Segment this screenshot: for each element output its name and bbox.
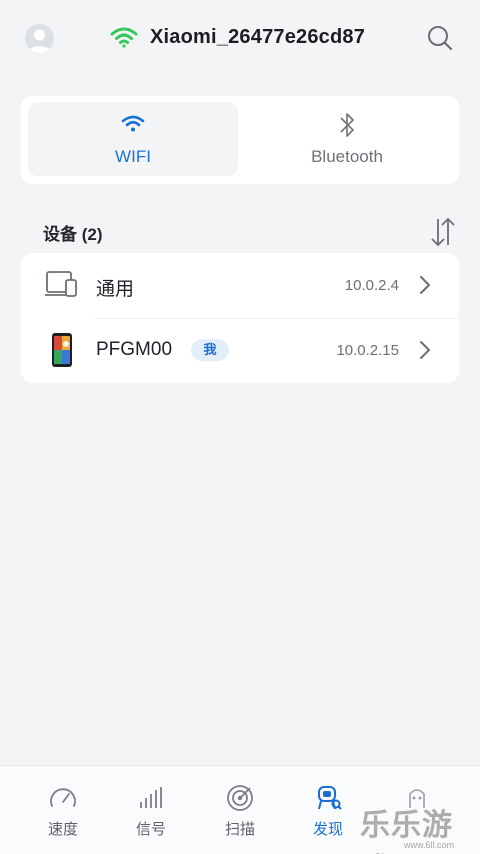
signal-bars-icon (140, 787, 162, 808)
avatar[interactable] (25, 24, 54, 53)
device-list: 通用 10.0.2.4 PFGM00 我 10.0.2.15 (21, 253, 459, 383)
wifi-icon (121, 115, 145, 132)
nav-signal[interactable]: 信号 (121, 780, 181, 844)
chevron-right-icon (420, 276, 430, 294)
device-ip: 10.0.2.15 (336, 342, 399, 359)
watermark-url: www.6ll.com (404, 840, 455, 850)
nav-discover[interactable]: 发现 (298, 780, 358, 844)
device-name: 通用 (96, 279, 135, 300)
connection-type-tabs: WIFI Bluetooth (21, 96, 459, 184)
wifi-icon (110, 27, 138, 48)
chevron-right-icon (420, 341, 430, 359)
tab-bluetooth-label: Bluetooth (311, 147, 383, 166)
nav-signal-label: 信号 (135, 821, 166, 838)
computer-device-icon (45, 271, 77, 297)
nav-scan-label: 扫描 (224, 821, 255, 838)
nav-speed[interactable]: 速度 (33, 780, 93, 844)
network-name: Xiaomi_26477e26cd87 (150, 26, 366, 48)
top-bar: Xiaomi_26477e26cd87 (0, 0, 480, 76)
user-avatar-icon (28, 29, 51, 53)
bluetooth-icon (340, 113, 354, 137)
sort-icon[interactable] (430, 216, 456, 248)
speedometer-icon (50, 788, 76, 807)
nav-speed-label: 速度 (47, 821, 78, 838)
device-name: PFGM00 (96, 339, 173, 360)
device-row[interactable]: PFGM00 我 10.0.2.15 (21, 318, 459, 383)
discover-robot-icon (318, 786, 342, 810)
device-row[interactable]: 通用 10.0.2.4 (21, 253, 459, 318)
devices-section-title: 设备 (2) (43, 225, 103, 244)
self-device-badge: 我 (191, 339, 229, 361)
nav-discover-label: 发现 (312, 821, 343, 838)
device-ip: 10.0.2.4 (344, 277, 399, 294)
tab-bluetooth[interactable]: Bluetooth (242, 102, 452, 176)
radar-icon (227, 785, 253, 811)
phone-device-icon (52, 333, 72, 367)
tab-wifi[interactable]: WIFI (28, 102, 238, 176)
nav-scan[interactable]: 扫描 (210, 780, 270, 844)
tab-wifi-label: WIFI (115, 147, 151, 166)
search-icon[interactable] (426, 24, 454, 52)
